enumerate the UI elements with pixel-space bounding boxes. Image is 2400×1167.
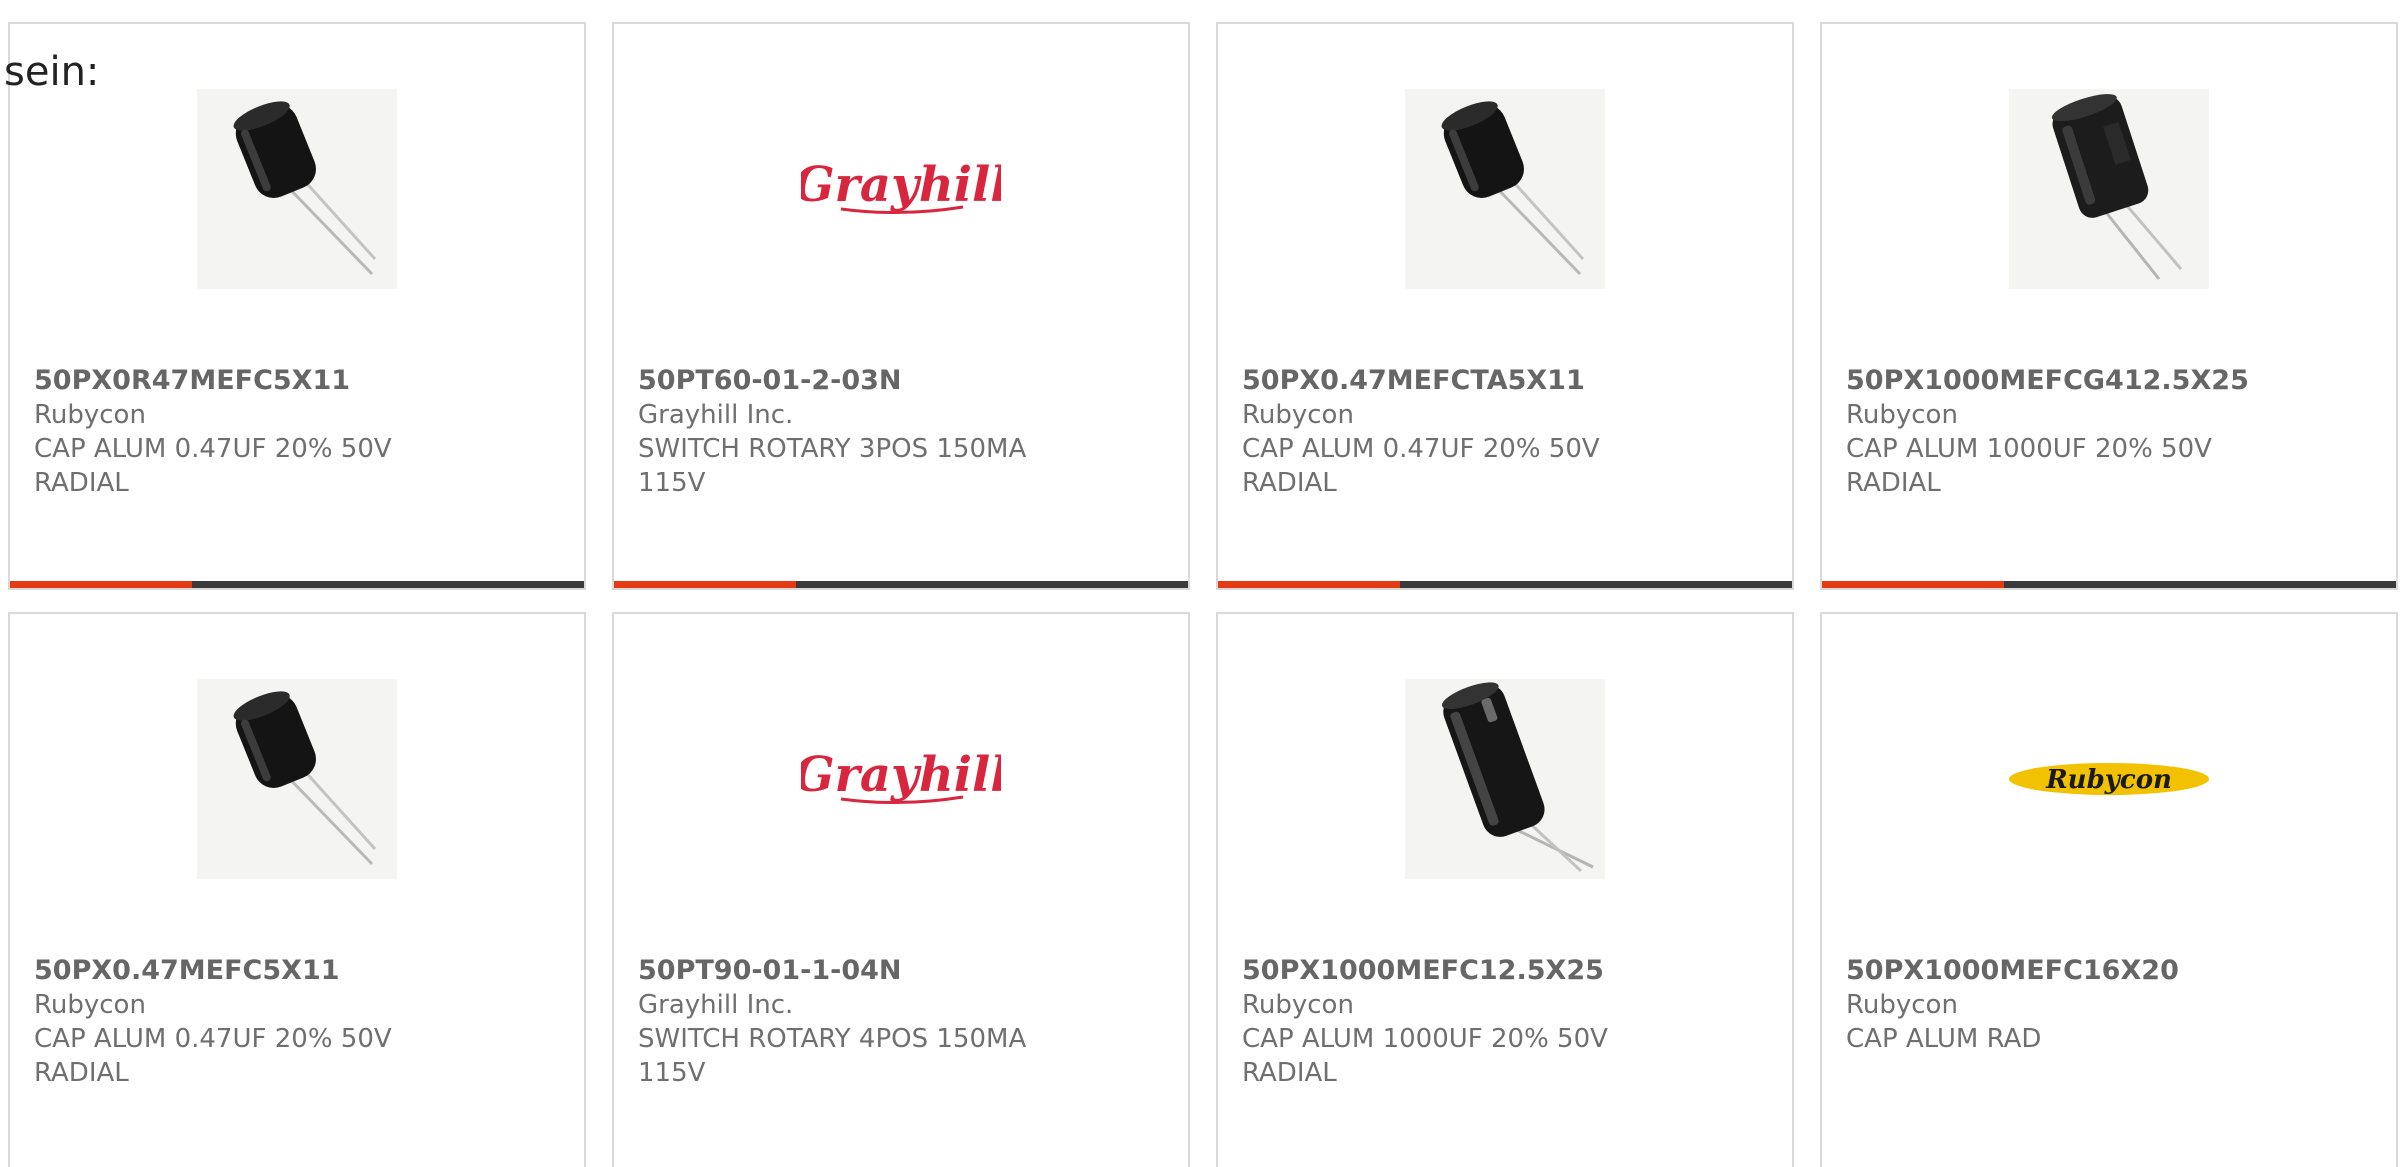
product-image[interactable] [10, 614, 584, 944]
product-image[interactable] [1822, 24, 2396, 354]
description: CAP ALUM 1000UF 20% 50V RADIAL [1846, 434, 2212, 498]
manufacturer: Rubycon [34, 400, 146, 430]
part-number[interactable]: 50PT60-01-2-03N [638, 364, 1164, 398]
product-card[interactable]: 50PX0R47MEFC5X11 Rubycon CAP ALUM 0.47UF… [8, 22, 586, 590]
product-card[interactable]: 50PX0.47MEFC5X11 Rubycon CAP ALUM 0.47UF… [8, 612, 586, 1167]
card-progress-bar [614, 581, 1188, 588]
product-image[interactable] [1218, 614, 1792, 944]
grayhill-logo: Grayhill [801, 89, 1001, 289]
part-number[interactable]: 50PX1000MEFC12.5X25 [1242, 954, 1768, 988]
manufacturer: Rubycon [1242, 400, 1354, 430]
description: SWITCH ROTARY 3POS 150MA 115V [638, 434, 1027, 498]
card-progress-bar [10, 581, 584, 588]
part-number[interactable]: 50PX0R47MEFC5X11 [34, 364, 560, 398]
manufacturer: Rubycon [1242, 990, 1354, 1020]
capacitor-large-icon [2009, 89, 2209, 289]
capacitor-small-icon [197, 679, 397, 879]
rubycon-logo-text: Rubycon [2045, 765, 2172, 795]
part-number[interactable]: 50PX1000MEFC16X20 [1846, 954, 2372, 988]
grayhill-logo: Grayhill [801, 679, 1001, 879]
description: CAP ALUM RAD [1846, 1024, 2042, 1054]
card-progress-bar [1218, 581, 1792, 588]
product-grid-page: sein: 50PX0R47MEFC5X11 Rubycon CAP ALUM … [0, 0, 2400, 1167]
card-accent-bar [614, 581, 796, 588]
grayhill-logo-text: Grayhill [801, 157, 1001, 213]
manufacturer: Rubycon [34, 990, 146, 1020]
product-card[interactable]: Rubycon 50PX1000MEFC16X20 Rubycon CAP AL… [1820, 612, 2398, 1167]
manufacturer: Rubycon [1846, 400, 1958, 430]
manufacturer: Grayhill Inc. [638, 990, 794, 1020]
card-accent-bar [1822, 581, 2004, 588]
card-accent-bar [1218, 581, 1400, 588]
description: CAP ALUM 0.47UF 20% 50V RADIAL [34, 434, 392, 498]
description: CAP ALUM 0.47UF 20% 50V RADIAL [34, 1024, 392, 1088]
description: SWITCH ROTARY 4POS 150MA 115V [638, 1024, 1027, 1088]
product-image[interactable]: Rubycon [1822, 614, 2396, 944]
rubycon-logo: Rubycon [2009, 679, 2209, 879]
product-image[interactable]: Grayhill [614, 614, 1188, 944]
part-number[interactable]: 50PX0.47MEFC5X11 [34, 954, 560, 988]
grayhill-logo-text: Grayhill [801, 747, 1001, 803]
card-accent-bar [10, 581, 192, 588]
manufacturer: Rubycon [1846, 990, 1958, 1020]
product-card[interactable]: 50PX1000MEFC12.5X25 Rubycon CAP ALUM 100… [1216, 612, 1794, 1167]
card-progress-bar [1822, 581, 2396, 588]
product-card[interactable]: Grayhill 50PT60-01-2-03N Grayhill Inc. S… [612, 22, 1190, 590]
manufacturer: Grayhill Inc. [638, 400, 794, 430]
product-card[interactable]: 50PX1000MEFCG412.5X25 Rubycon CAP ALUM 1… [1820, 22, 2398, 590]
part-number[interactable]: 50PX1000MEFCG412.5X25 [1846, 364, 2372, 398]
product-card[interactable]: 50PX0.47MEFCTA5X11 Rubycon CAP ALUM 0.47… [1216, 22, 1794, 590]
product-card[interactable]: Grayhill 50PT90-01-1-04N Grayhill Inc. S… [612, 612, 1190, 1167]
product-image[interactable]: Grayhill [614, 24, 1188, 354]
product-image[interactable] [1218, 24, 1792, 354]
description: CAP ALUM 1000UF 20% 50V RADIAL [1242, 1024, 1608, 1088]
part-number[interactable]: 50PX0.47MEFCTA5X11 [1242, 364, 1768, 398]
header-fragment: sein: [4, 49, 100, 95]
capacitor-tall-icon [1405, 679, 1605, 879]
capacitor-small-icon [1405, 89, 1605, 289]
capacitor-small-icon [197, 89, 397, 289]
description: CAP ALUM 0.47UF 20% 50V RADIAL [1242, 434, 1600, 498]
part-number[interactable]: 50PT90-01-1-04N [638, 954, 1164, 988]
